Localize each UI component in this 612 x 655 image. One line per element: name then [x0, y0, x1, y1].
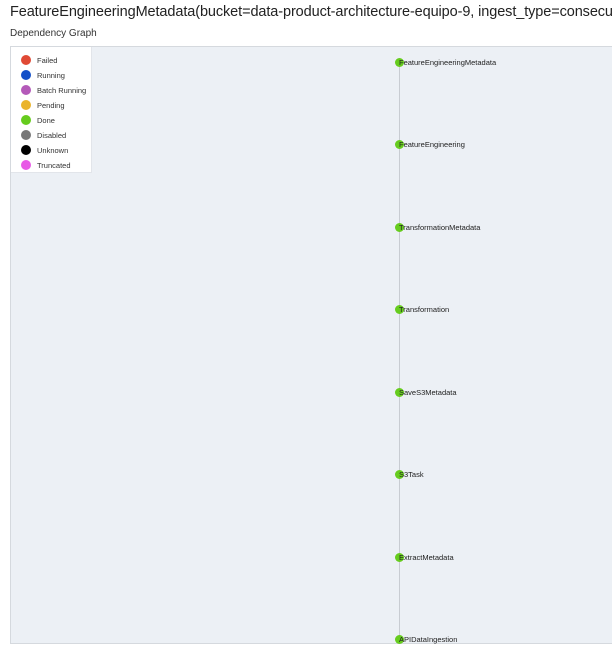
page-title: FeatureEngineeringMetadata(bucket=data-p… — [10, 4, 612, 20]
legend-label: Done — [37, 115, 55, 125]
graph-subtitle: Dependency Graph — [10, 28, 97, 39]
batch-running-status-dot-icon — [21, 85, 31, 95]
graph-node-extract-metadata[interactable]: ExtractMetadata — [395, 552, 454, 562]
legend-item-batch-running: Batch Running — [21, 84, 86, 96]
legend-item-failed: Failed — [21, 54, 57, 66]
node-label[interactable]: FeatureEngineering — [399, 140, 465, 149]
disabled-status-dot-icon — [21, 130, 31, 140]
status-legend: Failed Running Batch Running Pending Don… — [11, 47, 92, 173]
node-label[interactable]: ExtractMetadata — [399, 553, 454, 562]
running-status-dot-icon — [21, 70, 31, 80]
legend-item-pending: Pending — [21, 99, 65, 111]
graph-node-transformation[interactable]: Transformation — [395, 304, 449, 314]
graph-node-feature-engineering[interactable]: FeatureEngineering — [395, 139, 465, 149]
done-status-dot-icon — [21, 115, 31, 125]
graph-node-transformation-metadata[interactable]: TransformationMetadata — [395, 222, 480, 232]
node-label[interactable]: FeatureEngineeringMetadata — [399, 58, 496, 67]
node-label[interactable]: Transformation — [399, 305, 449, 314]
pending-status-dot-icon — [21, 100, 31, 110]
dependency-graph-canvas[interactable] — [10, 46, 612, 644]
truncated-status-dot-icon — [21, 160, 31, 170]
legend-label: Running — [37, 70, 65, 80]
legend-item-truncated: Truncated — [21, 159, 71, 171]
node-label[interactable]: S3Task — [399, 470, 424, 479]
legend-label: Truncated — [37, 160, 71, 170]
legend-label: Batch Running — [37, 85, 87, 95]
legend-label: Failed — [37, 55, 58, 65]
graph-node-save-s3-metadata[interactable]: SaveS3Metadata — [395, 387, 457, 397]
node-label[interactable]: TransformationMetadata — [399, 223, 480, 232]
legend-label: Pending — [37, 100, 65, 110]
node-label[interactable]: SaveS3Metadata — [399, 388, 457, 397]
unknown-status-dot-icon — [21, 145, 31, 155]
legend-label: Disabled — [37, 130, 67, 140]
graph-node-feature-engineering-metadata[interactable]: FeatureEngineeringMetadata — [395, 57, 496, 67]
graph-node-s3-task[interactable]: S3Task — [395, 469, 424, 479]
legend-item-disabled: Disabled — [21, 129, 66, 141]
legend-label: Unknown — [37, 145, 69, 155]
failed-status-dot-icon — [21, 55, 31, 65]
legend-item-running: Running — [21, 69, 65, 81]
node-label[interactable]: APIDataIngestion — [399, 635, 457, 644]
legend-item-unknown: Unknown — [21, 144, 68, 156]
graph-node-api-data-ingestion[interactable]: APIDataIngestion — [395, 634, 457, 644]
legend-item-done: Done — [21, 114, 55, 126]
